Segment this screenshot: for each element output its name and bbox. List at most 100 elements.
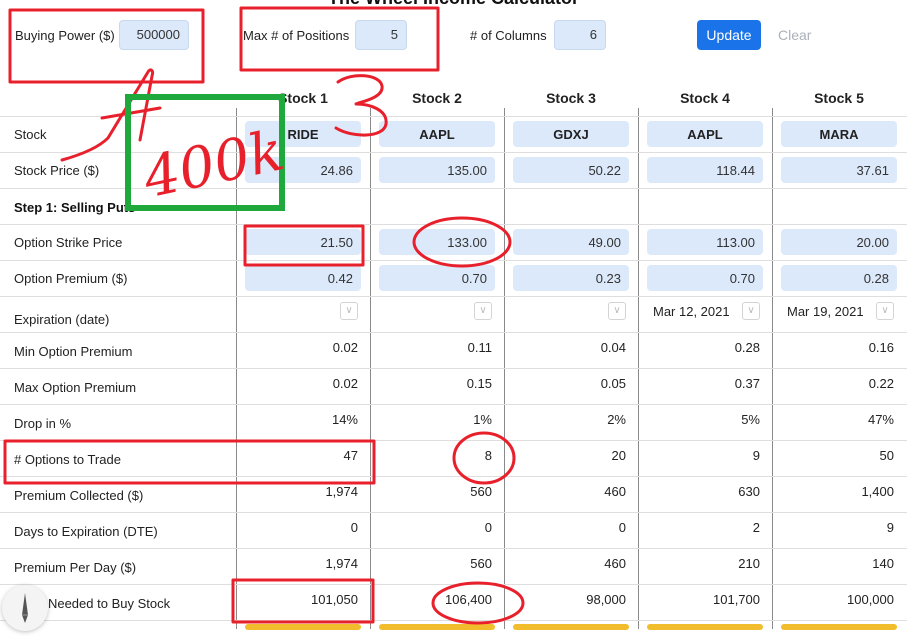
- row-label-max-premium: Max Option Premium: [14, 380, 137, 395]
- min-premium-value: 0.11: [467, 340, 492, 355]
- next-row-button[interactable]: [379, 624, 495, 630]
- option-premium-input[interactable]: 0.70: [379, 265, 495, 291]
- row-label-options-to-trade: # Options to Trade: [14, 452, 121, 467]
- stock-price-input[interactable]: 135.00: [379, 157, 495, 183]
- dte-value: 2: [752, 520, 760, 535]
- row-divider: [0, 368, 907, 369]
- option-premium-input[interactable]: 0.70: [647, 265, 763, 291]
- max-positions-label: Max # of Positions: [243, 28, 350, 43]
- drop-percent-value: 47%: [867, 412, 894, 427]
- row-divider: [0, 512, 907, 513]
- premium-collected-value: 560: [470, 484, 492, 499]
- row-divider: [0, 476, 907, 477]
- options-to-trade-value: 20: [611, 448, 626, 463]
- dte-value: 0: [484, 520, 492, 535]
- row-label-premium-collected: Premium Collected ($): [14, 488, 144, 503]
- row-divider: [0, 620, 907, 621]
- row-label-strike: Option Strike Price: [14, 235, 123, 250]
- strike-price-input[interactable]: 113.00: [647, 229, 763, 255]
- column-header: Stock 4: [680, 90, 730, 106]
- row-divider: [0, 296, 907, 297]
- min-premium-value: 0.28: [734, 340, 760, 355]
- stock-symbol-input[interactable]: AAPL: [647, 121, 763, 147]
- row-divider: [0, 260, 907, 261]
- drop-percent-value: 1%: [473, 412, 492, 427]
- cash-needed-value: 100,000: [847, 592, 894, 607]
- stock-price-input[interactable]: 24.86: [245, 157, 361, 183]
- premium-per-day-value: 460: [604, 556, 626, 571]
- premium-collected-value: 630: [738, 484, 760, 499]
- row-label-drop: Drop in %: [14, 416, 72, 431]
- option-premium-input[interactable]: 0.23: [513, 265, 629, 291]
- next-row-button[interactable]: [647, 624, 763, 630]
- cash-needed-value: 98,000: [586, 592, 626, 607]
- chevron-down-icon[interactable]: ∨: [608, 302, 626, 320]
- column-header: Stock 5: [814, 90, 864, 106]
- stock-symbol-input[interactable]: RIDE: [245, 121, 361, 147]
- premium-per-day-value: 560: [470, 556, 492, 571]
- stock-price-input[interactable]: 37.61: [781, 157, 897, 183]
- stock-symbol-input[interactable]: GDXJ: [513, 121, 629, 147]
- strike-price-input[interactable]: 20.00: [781, 229, 897, 255]
- expiration-date-input[interactable]: [379, 298, 479, 324]
- dte-value: 0: [618, 520, 626, 535]
- page-title: The Wheel Income Calculator: [0, 0, 907, 9]
- update-button[interactable]: Update: [697, 20, 761, 50]
- max-positions-input[interactable]: 5: [355, 20, 407, 50]
- max-premium-value: 0.02: [332, 376, 358, 391]
- annotation-arrow-1: [60, 68, 154, 162]
- expiration-date-input[interactable]: Mar 19, 2021: [781, 298, 881, 324]
- drop-percent-value: 2%: [607, 412, 626, 427]
- premium-collected-value: 1,974: [325, 484, 358, 499]
- stock-price-input[interactable]: 118.44: [647, 157, 763, 183]
- row-divider: [0, 404, 907, 405]
- row-divider: [0, 224, 907, 225]
- option-premium-input[interactable]: 0.42: [245, 265, 361, 291]
- row-divider: [0, 116, 907, 117]
- row-divider: [0, 584, 907, 585]
- next-row-button[interactable]: [245, 624, 361, 630]
- strike-price-input[interactable]: 21.50: [245, 229, 361, 255]
- drop-percent-value: 5%: [741, 412, 760, 427]
- pencil-icon: [22, 593, 28, 623]
- section-title-selling-puts: Step 1: Selling Puts: [14, 200, 136, 215]
- premium-collected-value: 460: [604, 484, 626, 499]
- option-premium-input[interactable]: 0.28: [781, 265, 897, 291]
- drop-percent-value: 14%: [331, 412, 358, 427]
- next-row-button[interactable]: [513, 624, 629, 630]
- chevron-down-icon[interactable]: ∨: [742, 302, 760, 320]
- premium-per-day-value: 210: [738, 556, 760, 571]
- max-premium-value: 0.05: [600, 376, 626, 391]
- chevron-down-icon[interactable]: ∨: [474, 302, 492, 320]
- pencil-tool-button[interactable]: [2, 585, 48, 631]
- stock-price-input[interactable]: 50.22: [513, 157, 629, 183]
- column-header: Stock 1: [278, 90, 328, 106]
- stock-symbol-input[interactable]: AAPL: [379, 121, 495, 147]
- row-label-stock-price: Stock Price ($): [14, 163, 100, 178]
- row-label-expiration: Expiration (date): [14, 312, 110, 327]
- row-divider: [0, 332, 907, 333]
- expiration-date-input[interactable]: [245, 298, 345, 324]
- row-label-dte: Days to Expiration (DTE): [14, 524, 158, 539]
- cash-needed-value: 106,400: [445, 592, 492, 607]
- chevron-down-icon[interactable]: ∨: [340, 302, 358, 320]
- min-premium-value: 0.04: [600, 340, 626, 355]
- chevron-down-icon[interactable]: ∨: [876, 302, 894, 320]
- expiration-date-input[interactable]: Mar 12, 2021: [647, 298, 747, 324]
- strike-price-input[interactable]: 133.00: [379, 229, 495, 255]
- expiration-date-input[interactable]: [513, 298, 613, 324]
- columns-label: # of Columns: [470, 28, 547, 43]
- max-premium-value: 0.22: [868, 376, 894, 391]
- stock-symbol-input[interactable]: MARA: [781, 121, 897, 147]
- strike-price-input[interactable]: 49.00: [513, 229, 629, 255]
- max-premium-value: 0.37: [734, 376, 760, 391]
- row-divider: [0, 152, 907, 153]
- column-header: Stock 2: [412, 90, 462, 106]
- min-premium-value: 0.16: [868, 340, 894, 355]
- options-to-trade-value: 8: [484, 448, 492, 463]
- row-label-stock: Stock: [14, 127, 47, 142]
- columns-input[interactable]: 6: [554, 20, 606, 50]
- clear-button[interactable]: Clear: [772, 20, 820, 50]
- next-row-button[interactable]: [781, 624, 897, 630]
- buying-power-input[interactable]: 500000: [119, 20, 189, 50]
